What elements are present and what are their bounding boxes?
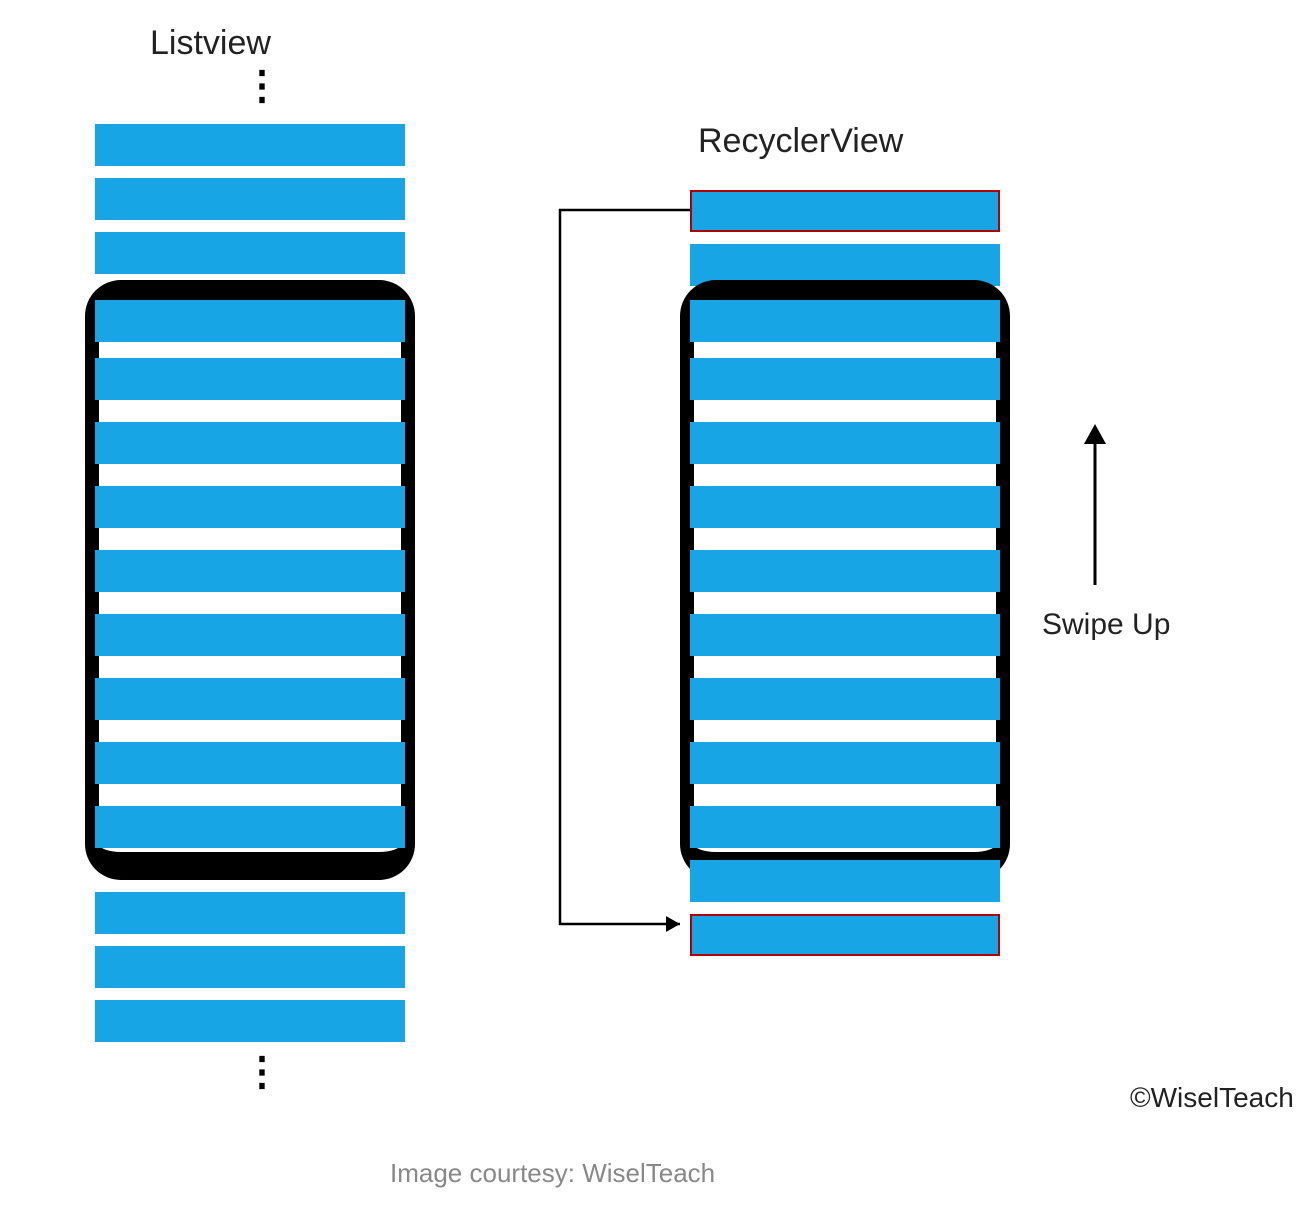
list-item bbox=[95, 550, 405, 592]
list-item bbox=[95, 300, 405, 342]
list-item bbox=[690, 806, 1000, 848]
list-item bbox=[95, 678, 405, 720]
list-item bbox=[95, 358, 405, 400]
list-item bbox=[95, 946, 405, 988]
recyclerview-title: RecyclerView bbox=[698, 122, 903, 161]
ellipsis-bottom-icon: ⋮ bbox=[242, 1066, 280, 1078]
list-item bbox=[95, 232, 405, 274]
list-item bbox=[95, 742, 405, 784]
list-item bbox=[690, 678, 1000, 720]
list-item bbox=[690, 860, 1000, 902]
swipe-up-label: Swipe Up bbox=[1042, 608, 1170, 642]
list-item bbox=[95, 614, 405, 656]
list-item bbox=[95, 178, 405, 220]
list-item bbox=[690, 550, 1000, 592]
list-item bbox=[95, 486, 405, 528]
list-item bbox=[690, 300, 1000, 342]
recycle-arrow-icon bbox=[540, 198, 700, 938]
list-item bbox=[95, 422, 405, 464]
ellipsis-top-icon: ⋮ bbox=[242, 80, 280, 92]
recycled-row-bottom bbox=[690, 914, 1000, 956]
list-item bbox=[690, 422, 1000, 464]
recycled-row-top bbox=[690, 190, 1000, 232]
list-item bbox=[690, 486, 1000, 528]
image-caption: Image courtesy: WiselTeach bbox=[390, 1158, 715, 1189]
list-item bbox=[690, 358, 1000, 400]
list-item bbox=[95, 1000, 405, 1042]
list-item bbox=[95, 806, 405, 848]
list-item bbox=[690, 742, 1000, 784]
listview-title: Listview bbox=[150, 24, 271, 63]
list-item bbox=[95, 124, 405, 166]
list-item bbox=[95, 892, 405, 934]
copyright-label: ©WiselTeach bbox=[1130, 1082, 1294, 1114]
swipe-up-arrow-icon bbox=[1075, 420, 1115, 590]
list-item bbox=[690, 614, 1000, 656]
